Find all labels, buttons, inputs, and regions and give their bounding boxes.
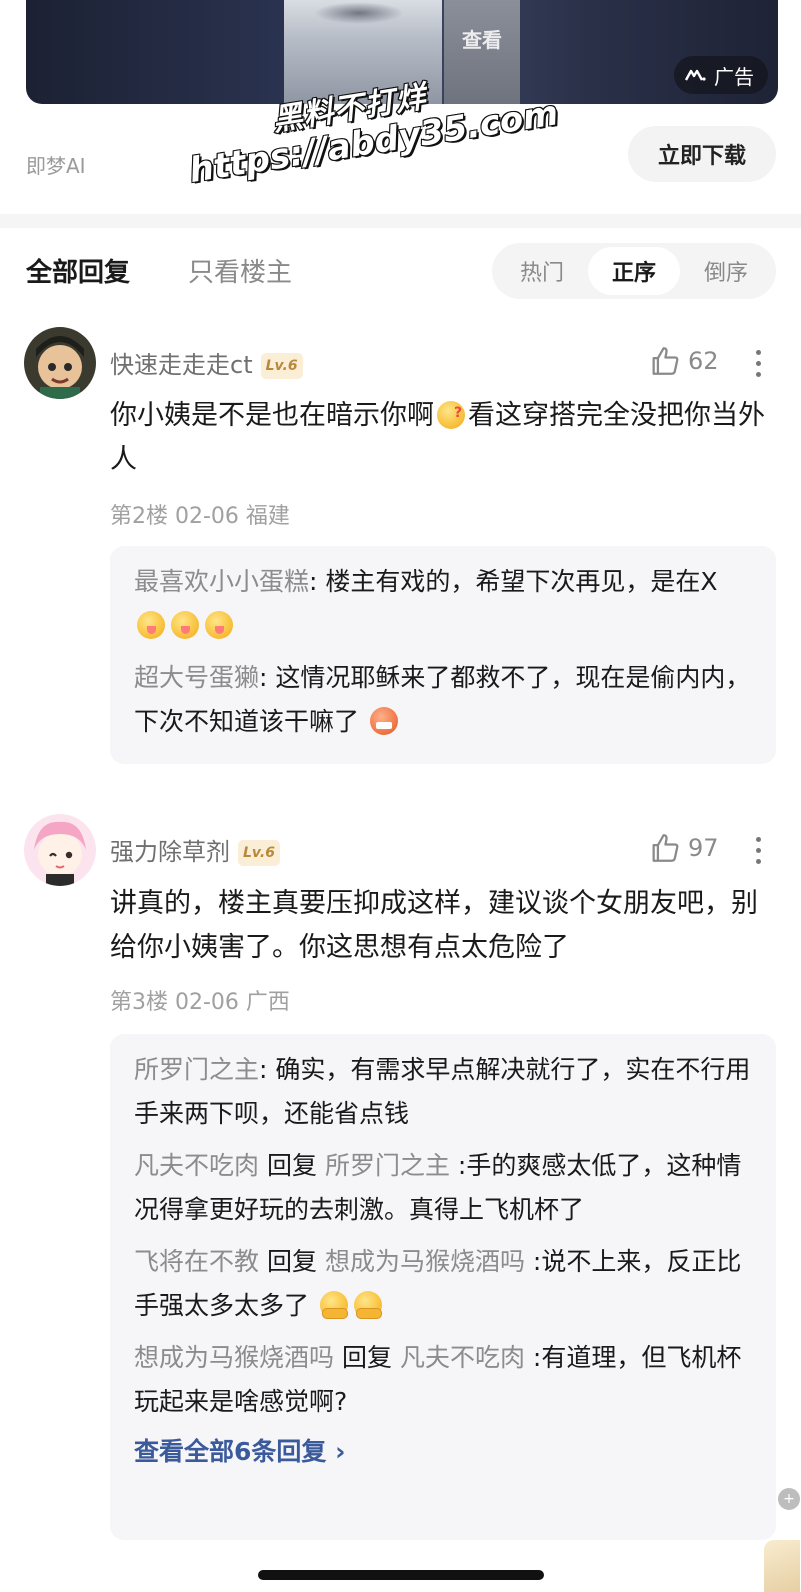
ad-view-label: 查看 (462, 28, 502, 52)
hug-emoji-icon (353, 1291, 382, 1319)
ad-source-label: 即梦AI (26, 154, 86, 178)
thumb-up-icon (652, 347, 679, 375)
reply-target-username[interactable]: 想成为马猴烧酒吗 (325, 1247, 525, 1276)
ad-logo-icon (684, 69, 706, 81)
level-badge: Lv.6 (260, 353, 303, 379)
reply-item: 想成为马猴烧酒吗 回复 凡夫不吃肉 :有道理，但飞机杯玩起来是啥感觉啊? (134, 1336, 752, 1424)
comment-meta: 第3楼 02-06 广西 (110, 990, 290, 1015)
reply-word: 回复 (266, 1247, 317, 1276)
tab-all-replies[interactable]: 全部回复 (26, 252, 130, 289)
reply-separator: : (309, 567, 318, 596)
yum-emoji-icon (171, 611, 199, 639)
sort-option-descending[interactable]: 倒序 (680, 247, 772, 295)
download-button[interactable]: 立即下载 (628, 126, 776, 182)
reply-box[interactable]: 所罗门之主: 确实，有需求早点解决就行了，实在不行用手来两下呗，还能省点钱 凡夫… (110, 1034, 776, 1540)
comment-username[interactable]: 强力除草剂 Lv.6 (110, 832, 280, 867)
comment-username[interactable]: 快速走走走ct Lv.6 (110, 345, 303, 380)
reply-target-username[interactable]: 所罗门之主 (325, 1151, 450, 1180)
comment-text: 讲真的，楼主真要压抑成这样，建议谈个女朋友吧，别给你小姨害了。你这思想有点太危险… (110, 888, 758, 963)
watermark-line-2: https://abdy35.com (186, 92, 562, 192)
sort-option-hot[interactable]: 热门 (496, 247, 588, 295)
reply-username[interactable]: 凡夫不吃肉 (134, 1151, 259, 1180)
yum-emoji-icon (137, 611, 165, 639)
like-button[interactable]: 97 (648, 831, 719, 865)
reply-separator: : (259, 1055, 268, 1084)
reply-word: 回复 (341, 1343, 392, 1372)
section-divider (0, 214, 801, 228)
ad-badge: 广告 (674, 56, 768, 94)
hug-emoji-icon (319, 1291, 348, 1319)
reply-username[interactable]: 飞将在不教 (134, 1247, 259, 1276)
reply-item: 最喜欢小小蛋糕: 楼主有戏的，希望下次再见，是在X (134, 560, 752, 648)
reply-item: 飞将在不教 回复 想成为马猴烧酒吗 :说不上来，反正比手强太多太多了 (134, 1240, 752, 1328)
yum-emoji-icon (205, 611, 233, 639)
like-count: 62 (688, 347, 719, 375)
reply-item: 超大号蛋獭: 这情况耶稣来了都救不了，现在是偷内内，下次不知道该干嘛了 (134, 656, 752, 744)
floating-decoration (764, 1540, 800, 1592)
comment-text-part-1: 你小姨是不是也在暗示你啊 (110, 400, 434, 431)
more-vertical-icon[interactable] (748, 350, 768, 383)
tab-op-only[interactable]: 只看楼主 (188, 252, 292, 289)
reply-username[interactable]: 最喜欢小小蛋糕 (134, 567, 309, 596)
avatar[interactable] (24, 327, 96, 399)
reply-item: 凡夫不吃肉 回复 所罗门之主 :手的爽感太低了，这种情况得拿更好玩的去刺激。真得… (134, 1144, 752, 1232)
avatar[interactable] (24, 814, 96, 886)
reply-username[interactable]: 想成为马猴烧酒吗 (134, 1343, 334, 1372)
more-vertical-icon[interactable] (748, 837, 768, 870)
view-all-replies-link[interactable]: 查看全部6条回复 › (134, 1432, 752, 1472)
thumb-up-icon (652, 834, 679, 862)
reply-separator: : (259, 663, 268, 692)
floating-edge-icon[interactable]: + (778, 1488, 800, 1510)
reply-box[interactable]: 最喜欢小小蛋糕: 楼主有戏的，希望下次再见，是在X 超大号蛋獭: 这情况耶稣来了… (110, 546, 776, 764)
sort-option-ascending[interactable]: 正序 (588, 247, 680, 295)
reply-target-username[interactable]: 凡夫不吃肉 (400, 1343, 525, 1372)
ad-thumbnail-image (284, 0, 442, 104)
grimace-emoji-icon (369, 707, 398, 735)
comment-text: 你小姨是不是也在暗示你啊看这穿搭完全没把你当外人 (110, 391, 770, 482)
home-indicator[interactable] (258, 1570, 544, 1580)
ad-badge-label: 广告 (714, 64, 754, 89)
reply-item: 所罗门之主: 确实，有需求早点解决就行了，实在不行用手来两下呗，还能省点钱 (134, 1048, 752, 1136)
username-text: 强力除草剂 (110, 838, 230, 866)
like-button[interactable]: 62 (648, 344, 719, 378)
username-text: 快速走走走ct (110, 351, 253, 379)
reply-username[interactable]: 超大号蛋獭 (134, 663, 259, 692)
ad-banner[interactable]: 查看 广告 (26, 0, 778, 104)
thinking-emoji-icon (437, 391, 465, 435)
sort-toggle: 热门 正序 倒序 (492, 243, 776, 299)
reply-username[interactable]: 所罗门之主 (134, 1055, 259, 1084)
level-badge: Lv.6 (238, 840, 280, 866)
like-count: 97 (688, 834, 719, 862)
comment-meta: 第2楼 02-06 福建 (110, 504, 290, 529)
reply-word: 回复 (266, 1151, 317, 1180)
reply-text: 楼主有戏的，希望下次再见，是在X (325, 567, 718, 596)
